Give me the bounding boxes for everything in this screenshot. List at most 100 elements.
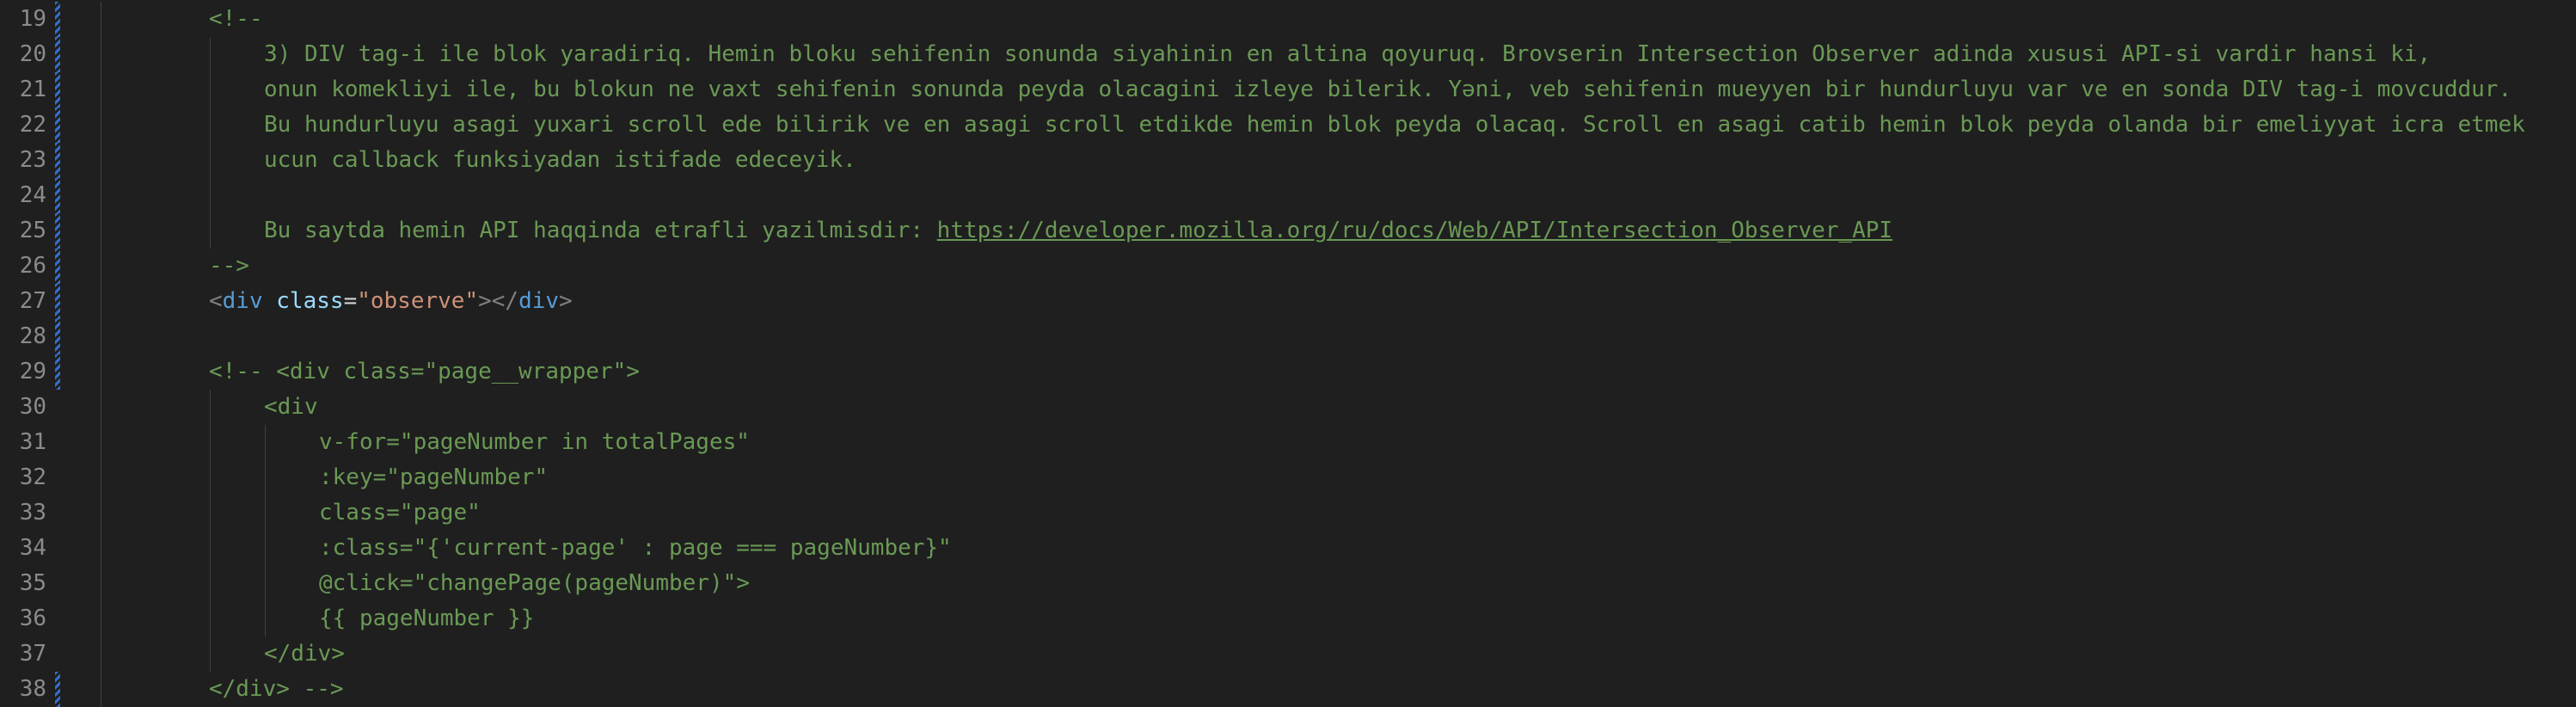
line-number: 37	[19, 641, 46, 667]
code-text[interactable]: Bu saytda hemin API haqqinda etrafli yaz…	[264, 213, 1892, 249]
code-line[interactable]: 31 v-for="pageNumber in totalPages"	[0, 425, 2576, 460]
indent-guide	[210, 601, 211, 636]
indent-guide	[210, 425, 211, 460]
code-line[interactable]: 34 :class="{'current-page' : page === pag…	[0, 531, 2576, 566]
code-line[interactable]: 23 ucun callback funksiyadan istifade ede…	[0, 143, 2576, 178]
code-token: v-for="pageNumber in totalPages"	[319, 429, 750, 455]
code-text[interactable]: class="page"	[319, 495, 481, 531]
code-token: 3) DIV tag-i ile blok yaradiriq. Hemin b…	[264, 41, 2432, 67]
code-text[interactable]: :key="pageNumber"	[319, 460, 548, 495]
line-number: 21	[19, 77, 46, 102]
code-text[interactable]: ucun callback funksiyadan istifade edece…	[264, 143, 856, 178]
indent-guide	[265, 531, 266, 566]
code-token: =	[343, 288, 358, 314]
git-change-marker[interactable]	[55, 108, 60, 143]
indent-guide	[210, 390, 211, 425]
code-text[interactable]: -->	[209, 249, 249, 284]
code-text[interactable]: :class="{'current-page' : page === pageN…	[319, 531, 952, 566]
code-token: {{ pageNumber }}	[319, 606, 535, 631]
code-token: <div	[264, 394, 318, 420]
indent-guide	[210, 460, 211, 495]
indent-guide	[210, 143, 211, 178]
code-text[interactable]: </div> -->	[209, 672, 344, 707]
git-change-marker[interactable]	[55, 72, 60, 108]
code-token: "observe"	[357, 288, 479, 314]
code-line[interactable]: 25 Bu saytda hemin API haqqinda etrafli y…	[0, 213, 2576, 249]
indent-guide	[265, 425, 266, 460]
code-text[interactable]: 3) DIV tag-i ile blok yaradiriq. Hemin b…	[264, 37, 2431, 72]
code-line[interactable]: 38 </div> -->	[0, 672, 2576, 707]
indent-guide	[210, 72, 211, 108]
git-change-marker[interactable]	[55, 143, 60, 178]
code-line[interactable]: 37 </div>	[0, 636, 2576, 672]
git-change-marker[interactable]	[55, 213, 60, 249]
code-line[interactable]: 26 -->	[0, 249, 2576, 284]
code-token: :key="pageNumber"	[319, 464, 549, 490]
git-change-marker[interactable]	[55, 178, 60, 213]
line-number: 19	[19, 6, 46, 32]
indent-guide	[265, 601, 266, 636]
line-number: 32	[19, 464, 46, 490]
code-line[interactable]: 33 class="page"	[0, 495, 2576, 531]
line-number: 22	[19, 112, 46, 138]
code-line[interactable]: 19 <!--	[0, 2, 2576, 37]
git-change-marker[interactable]	[55, 284, 60, 319]
indent-guide	[210, 531, 211, 566]
code-link[interactable]: https://developer.mozilla.org/ru/docs/We…	[937, 218, 1892, 243]
code-token: Bu saytda hemin API haqqinda etrafli yaz…	[264, 218, 937, 243]
line-number: 30	[19, 394, 46, 420]
git-change-marker[interactable]	[55, 2, 60, 37]
line-number: 38	[19, 676, 46, 702]
git-change-marker[interactable]	[55, 672, 60, 707]
line-number: 23	[19, 147, 46, 173]
code-text[interactable]: <div class="observe"></div>	[209, 284, 573, 319]
git-change-marker[interactable]	[55, 319, 60, 354]
code-line[interactable]: 21 onun komekliyi ile, bu blokun ne vaxt …	[0, 72, 2576, 108]
code-token: <!-- <div class="page__wrapper">	[209, 359, 640, 384]
code-line[interactable]: 20 3) DIV tag-i ile blok yaradiriq. Hemin…	[0, 37, 2576, 72]
code-text[interactable]: <div	[264, 390, 318, 425]
code-line[interactable]: 28	[0, 319, 2576, 354]
code-text[interactable]: <!--	[209, 2, 263, 37]
code-text[interactable]: @click="changePage(pageNumber)">	[319, 566, 750, 601]
code-line[interactable]: 30 <div	[0, 390, 2576, 425]
code-token: class="page"	[319, 500, 481, 526]
indent-guide	[210, 636, 211, 672]
git-change-marker[interactable]	[55, 354, 60, 390]
code-token: <	[209, 288, 223, 314]
indent-guide	[210, 108, 211, 143]
code-text[interactable]: <!-- <div class="page__wrapper">	[209, 354, 640, 390]
code-token: class	[276, 288, 344, 314]
code-line[interactable]: 24	[0, 178, 2576, 213]
indent-guide	[265, 460, 266, 495]
code-token: <!--	[209, 6, 263, 32]
code-line[interactable]: 36 {{ pageNumber }}	[0, 601, 2576, 636]
code-token: ></	[478, 288, 519, 314]
line-number: 27	[19, 288, 46, 314]
code-text[interactable]: onun komekliyi ile, bu blokun ne vaxt se…	[264, 72, 2512, 108]
code-token: @click="changePage(pageNumber)">	[319, 570, 750, 596]
line-number: 34	[19, 535, 46, 561]
indent-guide	[210, 566, 211, 601]
code-line[interactable]: 32 :key="pageNumber"	[0, 460, 2576, 495]
code-text[interactable]: v-for="pageNumber in totalPages"	[319, 425, 750, 460]
line-number: 20	[19, 41, 46, 67]
code-token: div	[222, 288, 263, 314]
indent-guide	[265, 566, 266, 601]
line-number: 35	[19, 570, 46, 596]
code-line[interactable]: 22 Bu hundurluyu asagi yuxari scroll ede …	[0, 108, 2576, 143]
code-token: Bu hundurluyu asagi yuxari scroll ede bi…	[264, 112, 2525, 138]
code-text[interactable]: Bu hundurluyu asagi yuxari scroll ede bi…	[264, 108, 2525, 143]
line-number: 26	[19, 253, 46, 279]
code-text[interactable]: {{ pageNumber }}	[319, 601, 534, 636]
code-text[interactable]: </div>	[264, 636, 345, 672]
code-line[interactable]: 35 @click="changePage(pageNumber)">	[0, 566, 2576, 601]
code-line[interactable]: 27 <div class="observe"></div>	[0, 284, 2576, 319]
code-line[interactable]: 29 <!-- <div class="page__wrapper">	[0, 354, 2576, 390]
git-change-marker[interactable]	[55, 249, 60, 284]
indent-guide	[210, 178, 211, 213]
git-change-marker[interactable]	[55, 37, 60, 72]
code-editor[interactable]: 19 <!-- 20 3) DIV tag-i ile blok yaradiriq.…	[0, 0, 2576, 707]
line-number: 28	[19, 323, 46, 349]
